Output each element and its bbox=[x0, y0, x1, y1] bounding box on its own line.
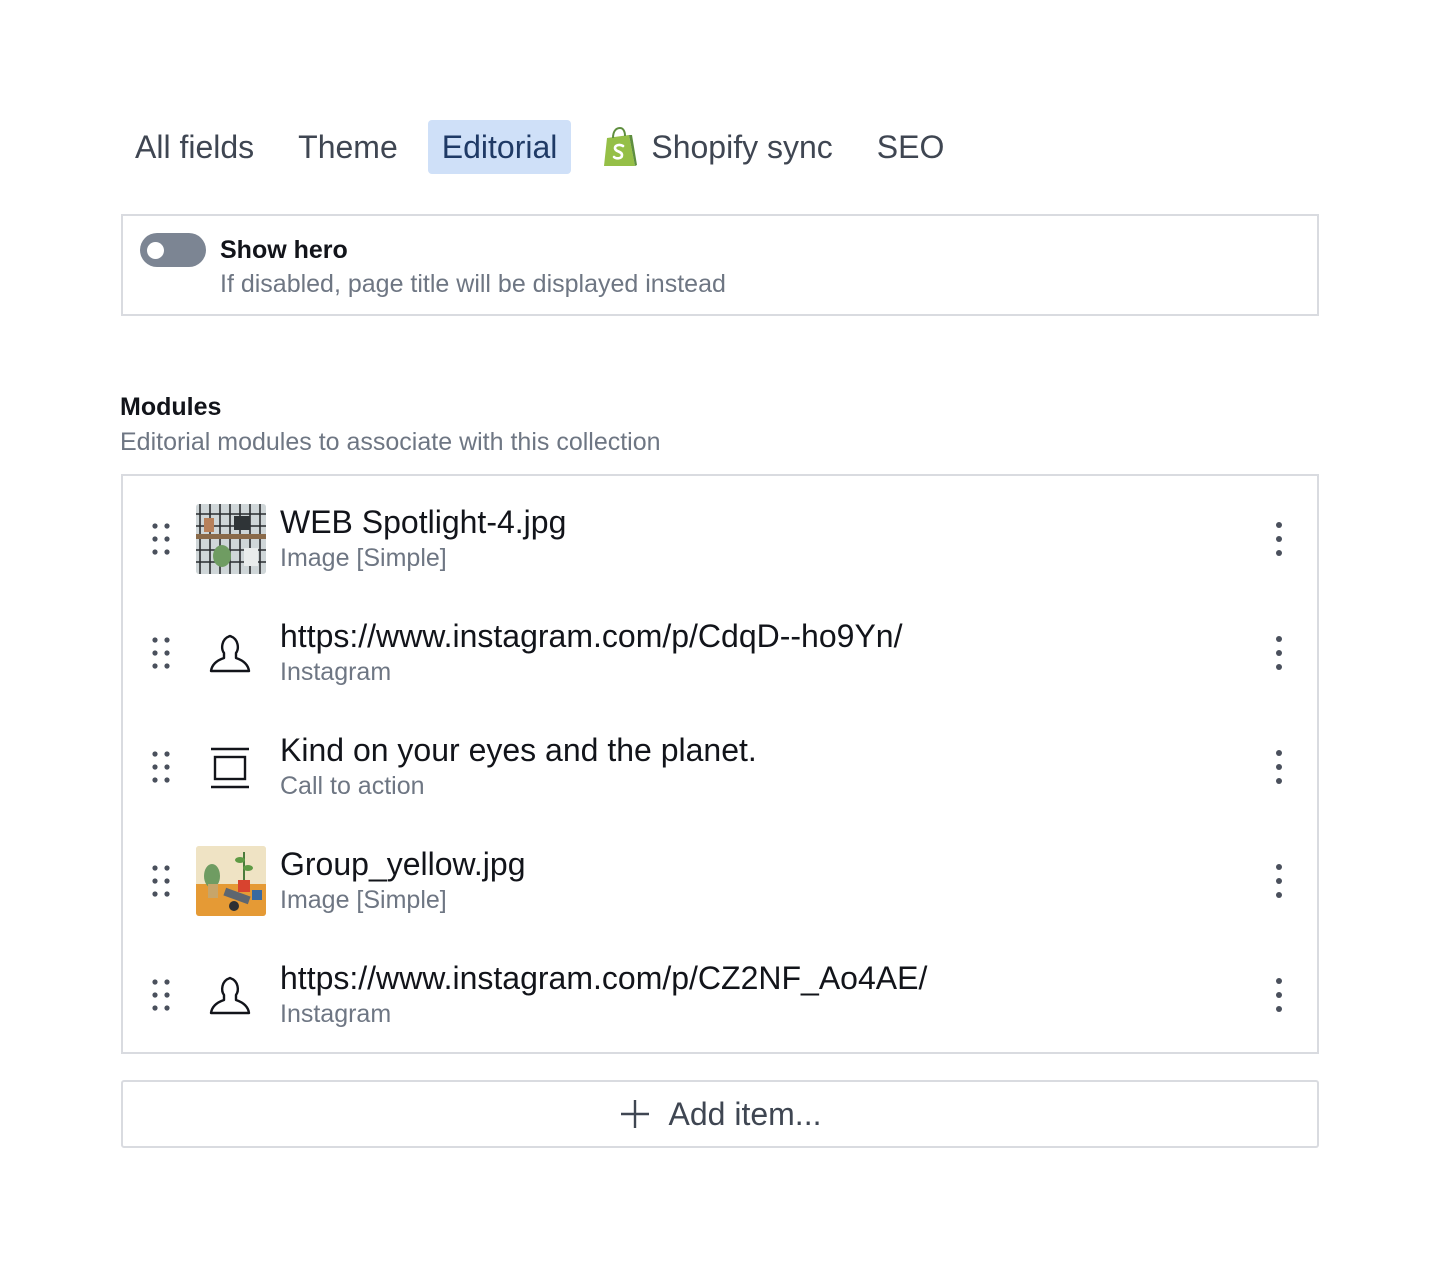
tab-seo[interactable]: SEO bbox=[863, 120, 959, 174]
more-options-icon[interactable] bbox=[1271, 862, 1287, 900]
list-item[interactable]: https://www.instagram.com/p/CdqD--ho9Yn/… bbox=[123, 604, 1317, 718]
user-icon bbox=[209, 976, 251, 1015]
modules-title: Modules bbox=[120, 393, 222, 421]
list-item[interactable]: Group_yellow.jpg Image [Simple] bbox=[123, 832, 1317, 946]
show-hero-description: If disabled, page title will be displaye… bbox=[220, 270, 726, 298]
image-thumbnail bbox=[196, 504, 266, 574]
drag-handle-icon[interactable] bbox=[151, 522, 171, 556]
plus-icon bbox=[620, 1100, 649, 1128]
tab-all-fields[interactable]: All fields bbox=[121, 120, 268, 174]
drag-handle-icon[interactable] bbox=[151, 636, 171, 670]
tab-label: SEO bbox=[876, 128, 945, 165]
image-thumbnail bbox=[196, 846, 266, 916]
add-item-button[interactable]: Add item... bbox=[121, 1080, 1319, 1148]
tab-editorial[interactable]: Editorial bbox=[427, 120, 572, 174]
drag-handle-icon[interactable] bbox=[151, 864, 171, 898]
tab-bar: All fields Theme Editorial Shopify sync … bbox=[121, 120, 958, 174]
show-hero-field: Show hero If disabled, page title will b… bbox=[121, 214, 1319, 316]
item-type: Call to action bbox=[280, 772, 425, 800]
show-hero-toggle[interactable] bbox=[140, 233, 206, 267]
item-type: Instagram bbox=[280, 658, 392, 686]
item-type: Image [Simple] bbox=[280, 544, 447, 572]
more-options-icon[interactable] bbox=[1271, 634, 1287, 672]
tab-shopify-sync[interactable]: Shopify sync bbox=[587, 120, 846, 174]
more-options-icon[interactable] bbox=[1271, 976, 1287, 1014]
item-type: Instagram bbox=[280, 1000, 392, 1028]
more-options-icon[interactable] bbox=[1271, 520, 1287, 558]
list-item[interactable]: WEB Spotlight-4.jpg Image [Simple] bbox=[123, 490, 1317, 604]
item-title: https://www.instagram.com/p/CZ2NF_Ao4AE/ bbox=[280, 960, 928, 996]
tab-theme[interactable]: Theme bbox=[284, 120, 412, 174]
item-title: WEB Spotlight-4.jpg bbox=[280, 504, 567, 540]
toggle-knob bbox=[147, 242, 164, 259]
modules-list: WEB Spotlight-4.jpg Image [Simple] https… bbox=[121, 474, 1319, 1054]
item-title: Kind on your eyes and the planet. bbox=[280, 732, 757, 768]
tab-label: Editorial bbox=[441, 128, 558, 165]
tab-label: Theme bbox=[298, 128, 398, 165]
item-type: Image [Simple] bbox=[280, 886, 447, 914]
tab-label: All fields bbox=[135, 128, 255, 165]
shopify-bag-icon bbox=[604, 126, 638, 166]
item-title: Group_yellow.jpg bbox=[280, 846, 526, 882]
tab-label: Shopify sync bbox=[651, 128, 833, 165]
drag-handle-icon[interactable] bbox=[151, 978, 171, 1012]
item-title: https://www.instagram.com/p/CdqD--ho9Yn/ bbox=[280, 618, 903, 654]
user-icon bbox=[209, 634, 251, 673]
call-to-action-icon bbox=[211, 747, 249, 789]
drag-handle-icon[interactable] bbox=[151, 750, 171, 784]
more-options-icon[interactable] bbox=[1271, 748, 1287, 786]
show-hero-label: Show hero bbox=[220, 236, 348, 264]
modules-description: Editorial modules to associate with this… bbox=[120, 428, 661, 456]
add-item-label: Add item... bbox=[668, 1095, 822, 1132]
list-item[interactable]: https://www.instagram.com/p/CZ2NF_Ao4AE/… bbox=[123, 946, 1317, 1060]
list-item[interactable]: Kind on your eyes and the planet. Call t… bbox=[123, 718, 1317, 832]
